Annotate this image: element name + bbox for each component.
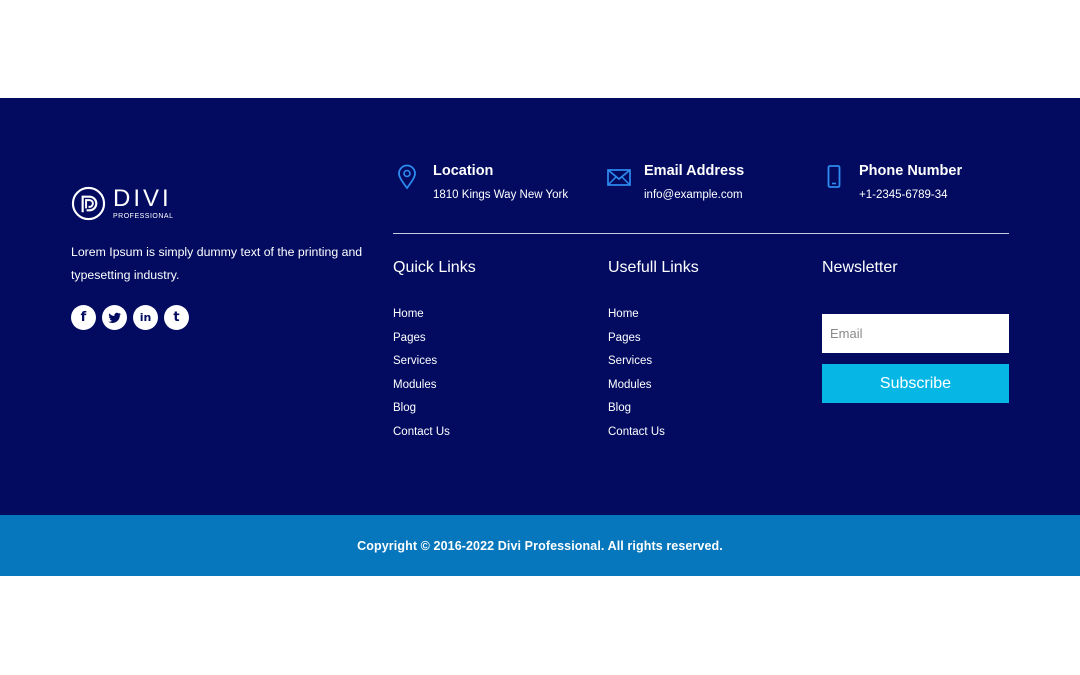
quick-links-column: Quick Links Home Pages Services Modules … xyxy=(393,258,476,448)
twitter-button[interactable] xyxy=(102,305,127,330)
email-title: Email Address xyxy=(644,163,745,179)
quick-link-services[interactable]: Services xyxy=(393,354,476,368)
about-text: Lorem Ipsum is simply dummy text of the … xyxy=(71,245,363,282)
brand-name: DIVI xyxy=(113,184,172,212)
page-top-space xyxy=(0,0,1080,98)
newsletter-title: Newsletter xyxy=(822,259,898,276)
useful-link-home[interactable]: Home xyxy=(608,307,699,321)
quick-link-home[interactable]: Home xyxy=(393,307,476,321)
quick-links-title: Quick Links xyxy=(393,259,476,276)
social-links: f in t xyxy=(71,305,189,330)
location-pin-icon xyxy=(398,164,416,190)
brand-logo[interactable]: DIVI PROFESSIONAL xyxy=(71,186,173,221)
footer-divider xyxy=(393,233,1009,234)
envelope-icon xyxy=(607,169,631,186)
newsletter-email-input[interactable] xyxy=(822,314,1009,353)
tumblr-icon: t xyxy=(173,310,180,325)
useful-link-services[interactable]: Services xyxy=(608,354,699,368)
brand-subtitle: PROFESSIONAL xyxy=(113,212,174,220)
copyright-bar: Copyright © 2016-2022 Divi Professional.… xyxy=(0,515,1080,576)
phone-value[interactable]: +1-2345-6789-34 xyxy=(859,188,962,202)
location-title: Location xyxy=(433,163,494,179)
email-info: Email Address info@example.com xyxy=(607,162,744,202)
phone-info: Phone Number +1-2345-6789-34 xyxy=(827,162,962,202)
phone-icon xyxy=(827,165,841,188)
linkedin-icon: in xyxy=(139,311,152,324)
phone-title: Phone Number xyxy=(859,163,963,179)
subscribe-button[interactable]: Subscribe xyxy=(822,364,1009,403)
newsletter-column: Newsletter xyxy=(822,258,898,278)
linkedin-button[interactable]: in xyxy=(133,305,158,330)
page-bottom-space xyxy=(0,576,1080,675)
location-info: Location 1810 Kings Way New York xyxy=(396,162,568,202)
twitter-icon xyxy=(108,312,121,323)
quick-link-contact-us[interactable]: Contact Us xyxy=(393,425,476,439)
useful-link-contact-us[interactable]: Contact Us xyxy=(608,425,699,439)
footer: DIVI PROFESSIONAL Lorem Ipsum is simply … xyxy=(0,98,1080,515)
facebook-icon: f xyxy=(80,310,87,325)
useful-link-blog[interactable]: Blog xyxy=(608,401,699,415)
useful-links-column: Usefull Links Home Pages Services Module… xyxy=(608,258,699,448)
useful-links-title: Usefull Links xyxy=(608,259,699,276)
useful-link-modules[interactable]: Modules xyxy=(608,378,699,392)
divi-logo-icon xyxy=(71,186,106,221)
quick-link-blog[interactable]: Blog xyxy=(393,401,476,415)
quick-link-pages[interactable]: Pages xyxy=(393,331,476,345)
tumblr-button[interactable]: t xyxy=(164,305,189,330)
facebook-button[interactable]: f xyxy=(71,305,96,330)
useful-link-pages[interactable]: Pages xyxy=(608,331,699,345)
copyright-text: Copyright © 2016-2022 Divi Professional.… xyxy=(357,538,723,553)
quick-link-modules[interactable]: Modules xyxy=(393,378,476,392)
email-value[interactable]: info@example.com xyxy=(644,188,744,202)
location-value: 1810 Kings Way New York xyxy=(433,189,569,201)
